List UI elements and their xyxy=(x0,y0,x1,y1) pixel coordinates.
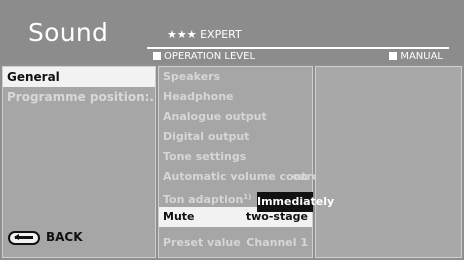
back-button[interactable]: BACK xyxy=(8,228,83,246)
operation-level-row: OPERATION LEVEL MANUAL xyxy=(153,51,443,65)
manual-label: MANUAL xyxy=(389,51,443,62)
right-empty-panel xyxy=(315,66,462,258)
operation-level-divider xyxy=(147,47,449,49)
middle-menu-panel: Speakers Headphone Analogue output Digit… xyxy=(158,66,323,258)
menu-item-tone-settings[interactable]: Tone settings xyxy=(159,147,312,167)
square-icon xyxy=(153,52,161,60)
menu-item-digital-output[interactable]: Digital output xyxy=(159,127,312,147)
footnote-marker: 1) xyxy=(243,193,252,201)
page-title: Sound xyxy=(28,18,109,47)
header: Sound ★★★ EXPERT OPERATION LEVEL MANUAL xyxy=(0,0,464,64)
menu-item-value: Channel 1 xyxy=(246,236,308,249)
back-arrow-icon xyxy=(8,230,40,245)
menu-item-general[interactable]: General xyxy=(3,67,155,87)
menu-item-headphone[interactable]: Headphone xyxy=(159,87,312,107)
menu-item-automatic-volume-control[interactable]: Automatic volume control on xyxy=(159,167,323,187)
menu-item-programme-position[interactable]: Programme position:... xyxy=(3,87,155,107)
menu-item-speakers[interactable]: Speakers xyxy=(159,67,312,87)
menu-item-preset-value[interactable]: Preset value Channel 1 xyxy=(159,233,312,253)
ton-adaption-value-popup[interactable]: Immediately xyxy=(257,192,334,212)
menu-item-value: on xyxy=(292,170,308,183)
square-icon xyxy=(389,52,398,60)
sound-menu-screen: Sound ★★★ EXPERT OPERATION LEVEL MANUAL … xyxy=(0,0,464,260)
menu-item-analogue-output[interactable]: Analogue output xyxy=(159,107,312,127)
expert-level-indicator: ★★★ EXPERT xyxy=(167,28,242,41)
operation-level-label: OPERATION LEVEL xyxy=(153,51,255,62)
